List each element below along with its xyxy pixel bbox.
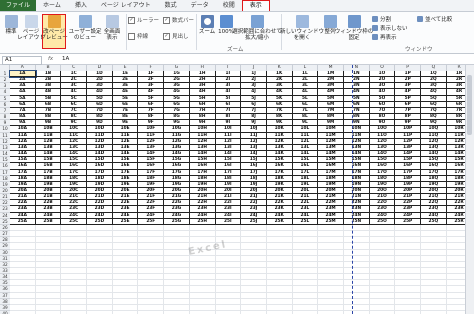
magnifier-icon — [200, 15, 214, 28]
formula-bar: A1 fx 1A — [0, 55, 474, 65]
freeze-panes-label: ウィンドウ枠の 固定 — [334, 29, 374, 41]
ribbon: 標準 ページ レイアウト 改ページ プレビュー ユーザー設定 のビュー 全画面 … — [0, 12, 474, 54]
custom-views-icon — [78, 15, 92, 28]
ribbon-tab-3[interactable]: ページ レイアウト — [94, 0, 158, 11]
headings-label: 見出し — [172, 34, 189, 40]
cell-grid[interactable]: 1A 1B 1C 1D 1E 1F 1G 1H 1I 1J 1K 1L 1M 1N 1O 1P 1Q 1R 2A 2B… — [9, 69, 473, 314]
normal-view-icon — [4, 15, 18, 28]
custom-views-button[interactable]: ユーザー設定 のビュー — [68, 15, 102, 41]
window-group-label: ウィンドウ — [405, 47, 433, 53]
full-screen-button[interactable]: 全画面 表示 — [103, 15, 121, 41]
row-headers: 1 2 3 4 5 6 7 8 9 10 11 12 13 14 15 16 17 18 19 20 21 22 23 24 2… — [0, 71, 10, 314]
separator — [126, 14, 127, 50]
unhide-button[interactable]: 再表示 — [372, 33, 397, 41]
unhide-label: 再表示 — [380, 35, 397, 41]
ruler-label: ルーラー — [137, 18, 160, 24]
full-screen-label: 全画面 表示 — [103, 29, 121, 41]
new-window-button[interactable]: 新しいウィンドウ を開く — [280, 15, 325, 41]
full-screen-icon — [105, 15, 119, 28]
worksheet[interactable]: ABCDEFGHIJKLMNOPQR 1 2 3 4 5 6 7 8 9 10 11 12 13 14 15… — [0, 65, 474, 314]
zoom-to-selection-icon — [250, 15, 264, 28]
ribbon-tabs: ファイル ホーム 挿入 ページ レイアウト 数式 データ 校閲 表示 — [0, 0, 474, 12]
formula-bar-checkbox-box: ✓ — [163, 16, 170, 24]
ribbon-tab-4[interactable]: 数式 — [158, 0, 184, 11]
ribbon-tab-0[interactable]: ファイル — [0, 0, 37, 11]
gridlines-checkbox[interactable]: 枠線 — [128, 32, 148, 40]
arrange-all-icon — [323, 15, 337, 28]
zoom-button[interactable]: ズーム — [198, 15, 216, 35]
freeze-panes-icon — [347, 15, 361, 28]
vertical-scrollbar[interactable] — [465, 65, 474, 314]
split-icon — [372, 16, 378, 22]
fx-icon[interactable]: fx — [48, 55, 53, 64]
zoom-group-label: ズーム — [227, 47, 244, 53]
zoom-100-icon — [219, 15, 233, 28]
side-by-side-button[interactable]: 並べて比較 — [417, 15, 452, 23]
normal-view-label: 標準 — [5, 29, 17, 35]
ribbon-tab-5[interactable]: データ — [184, 0, 216, 11]
headings-checkbox-box: ✓ — [163, 32, 170, 40]
split-label: 分割 — [380, 17, 392, 23]
formula-bar-label: 数式バー — [172, 18, 195, 24]
hide-button[interactable]: 表示しない — [372, 24, 408, 32]
page-break-preview-label: 改ページ プレビュー — [40, 29, 68, 41]
zoom-to-selection-button[interactable]: 選択範囲に合わせて 拡大/縮小 — [232, 15, 282, 41]
ruler-checkbox-box: ✓ — [128, 16, 135, 24]
custom-views-label: ユーザー設定 のビュー — [68, 29, 102, 41]
page-layout-view-button[interactable]: ページ レイアウト — [17, 15, 45, 41]
side-by-side-icon — [417, 16, 423, 22]
name-box[interactable]: A1 — [2, 56, 42, 65]
split-button[interactable]: 分割 — [372, 15, 391, 23]
separator — [196, 14, 197, 50]
zoom-to-selection-label: 選択範囲に合わせて 拡大/縮小 — [232, 29, 282, 41]
page-break-preview-icon — [47, 15, 61, 28]
page-layout-icon — [24, 15, 38, 28]
ruler-checkbox[interactable]: ✓ ルーラー — [128, 16, 159, 24]
hide-label: 表示しない — [380, 26, 408, 32]
formula-input[interactable]: 1A — [62, 55, 69, 64]
new-window-icon — [295, 15, 309, 28]
zoom-label: ズーム — [198, 29, 216, 35]
ribbon-tab-1[interactable]: ホーム — [36, 0, 68, 11]
gridlines-label: 枠線 — [137, 34, 149, 40]
side-by-side-label: 並べて比較 — [425, 17, 453, 23]
page-break-line[interactable] — [352, 65, 353, 314]
headings-checkbox[interactable]: ✓ 見出し — [163, 32, 189, 40]
ribbon-tab-6[interactable]: 校閲 — [216, 0, 242, 11]
scrollbar-thumb[interactable] — [467, 75, 472, 135]
ribbon-tab-2[interactable]: 挿入 — [68, 0, 94, 11]
hide-icon — [372, 25, 378, 31]
unhide-icon — [372, 34, 378, 40]
freeze-panes-button[interactable]: ウィンドウ枠の 固定 — [335, 15, 373, 41]
new-window-label: 新しいウィンドウ を開く — [280, 29, 325, 41]
page-break-preview-button[interactable]: 改ページ プレビュー — [40, 14, 68, 49]
ribbon-tab-7[interactable]: 表示 — [241, 0, 270, 11]
formula-bar-checkbox[interactable]: ✓ 数式バー — [163, 16, 194, 24]
gridlines-checkbox-box — [128, 32, 135, 40]
